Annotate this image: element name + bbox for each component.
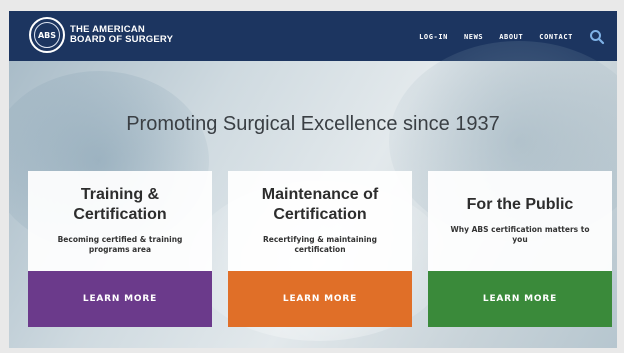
learn-more-button-training[interactable]: LEARN MORE: [28, 271, 212, 327]
card-public: For the Public Why ABS certification mat…: [428, 171, 612, 327]
card-desc-line-1: Why ABS certification matters to: [450, 225, 590, 234]
site-logo-text[interactable]: THE AMERICAN BOARD OF SURGERY: [70, 25, 173, 45]
card-desc-line-1: Recertifying & maintaining: [262, 235, 378, 244]
browser-viewport: ABS THE AMERICAN BOARD OF SURGERY LOG-IN…: [9, 11, 617, 348]
hero-tagline: Promoting Surgical Excellence since 1937: [126, 113, 500, 135]
card-desc-line-2: you: [512, 235, 528, 244]
abs-logo-icon[interactable]: ABS: [29, 17, 65, 53]
nav-contact[interactable]: CONTACT: [539, 33, 573, 41]
card-title-line-2: Certification: [73, 206, 167, 223]
logo-line-2: BOARD OF SURGERY: [70, 34, 174, 45]
card-title-line-1: Maintenance of: [261, 186, 379, 203]
nav-news[interactable]: NEWS: [464, 33, 483, 41]
learn-more-button-maintenance[interactable]: LEARN MORE: [228, 271, 412, 327]
card-title: For the Public: [466, 196, 574, 213]
card-title-line-2: Certification: [273, 206, 367, 223]
main-nav: LOG-IN NEWS ABOUT CONTACT: [419, 33, 573, 41]
hero-section: Promoting Surgical Excellence since 1937…: [9, 41, 617, 348]
logo-monogram: ABS: [34, 22, 60, 48]
learn-more-button-public[interactable]: LEARN MORE: [428, 271, 612, 327]
search-icon[interactable]: [589, 29, 605, 45]
nav-login[interactable]: LOG-IN: [419, 33, 448, 41]
nav-about[interactable]: ABOUT: [499, 33, 523, 41]
card-desc-line-2: programs area: [88, 245, 152, 254]
card-maintenance: Maintenance of Certification Recertifyin…: [228, 171, 412, 327]
card-title-line-1: Training &: [80, 186, 160, 203]
card-desc-line-2: certification: [294, 245, 346, 254]
card-training: Training & Certification Becoming certif…: [28, 171, 212, 327]
card-desc-line-1: Becoming certified & training: [57, 235, 183, 244]
